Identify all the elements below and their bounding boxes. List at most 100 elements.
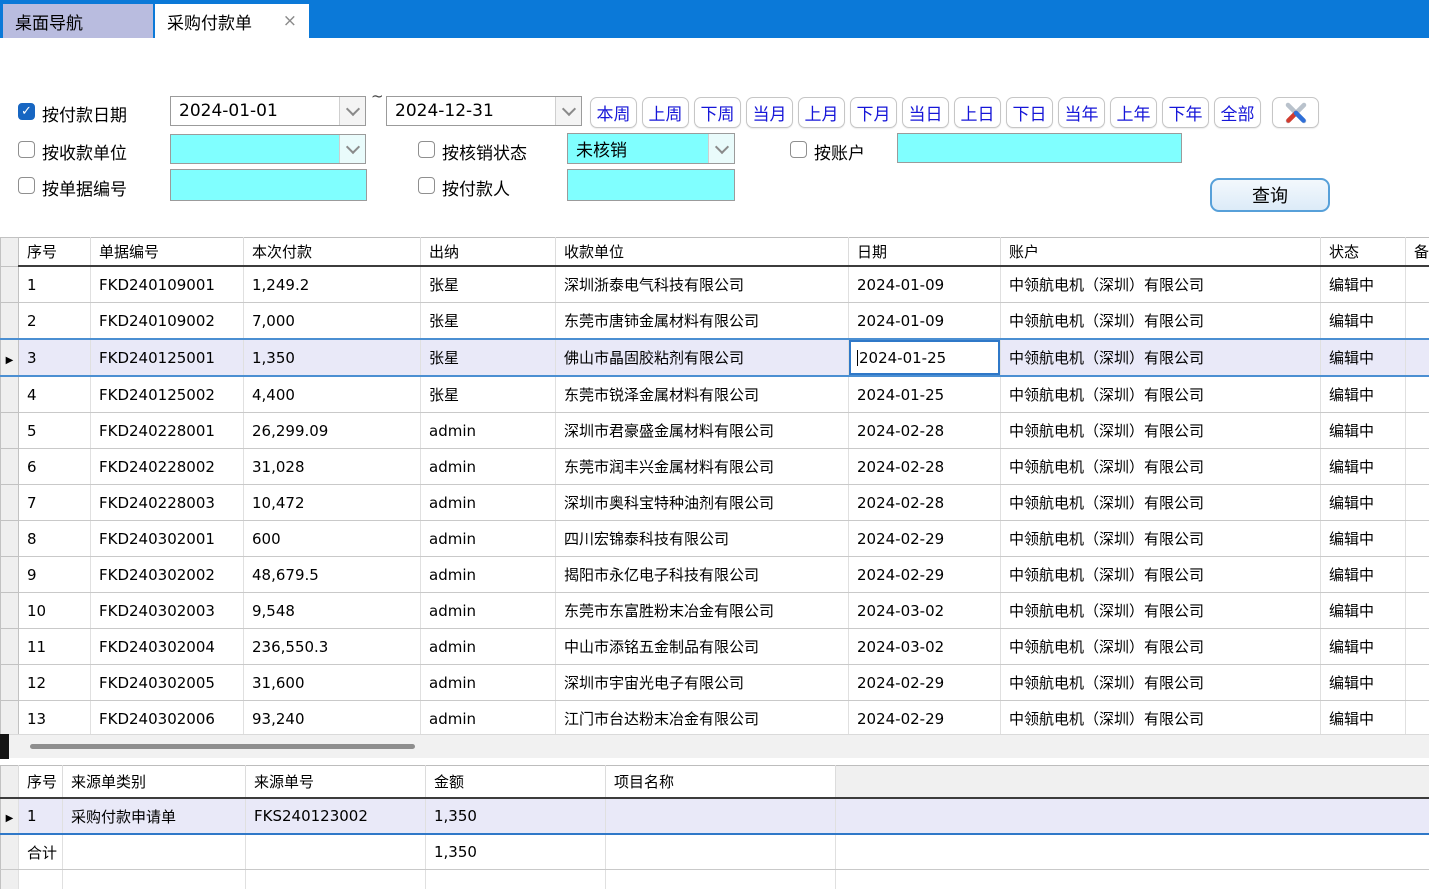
cell-cashier[interactable]: admin — [421, 449, 556, 485]
cell-account[interactable]: 中领航电机（深圳）有限公司 — [1001, 266, 1321, 303]
cell-payee[interactable]: 深圳市君豪盛金属材料有限公司 — [556, 413, 849, 449]
row-header[interactable] — [1, 557, 19, 593]
cell-account[interactable]: 中领航电机（深圳）有限公司 — [1001, 665, 1321, 701]
cell-amount[interactable]: 31,600 — [244, 665, 421, 701]
cell-payee[interactable]: 揭阳市永亿电子科技有限公司 — [556, 557, 849, 593]
tab-desktop-nav[interactable]: 桌面导航 — [3, 4, 153, 38]
horizontal-scrollbar[interactable] — [0, 734, 1429, 758]
cell-source-no[interactable]: FKS240123002 — [246, 798, 426, 834]
cell-date[interactable]: 2024-01-09 — [849, 303, 1001, 340]
payee-select[interactable] — [170, 134, 366, 164]
row-header[interactable] — [1, 701, 19, 737]
cell-doc[interactable]: FKD240125002 — [91, 376, 244, 413]
cell-date[interactable]: 2024-01-09 — [849, 266, 1001, 303]
payer-checkbox[interactable] — [418, 177, 435, 194]
cell-doc[interactable]: FKD240125001 — [91, 339, 244, 376]
cell-remark[interactable] — [1406, 266, 1429, 303]
cell-date[interactable]: 2024-02-29 — [849, 557, 1001, 593]
cell-account[interactable]: 中领航电机（深圳）有限公司 — [1001, 701, 1321, 737]
date-to-select[interactable]: 2024-12-31 — [386, 96, 582, 126]
cell-status[interactable]: 编辑中 — [1321, 485, 1406, 521]
cell-doc[interactable]: FKD240302002 — [91, 557, 244, 593]
cell-date[interactable]: 2024-02-28 — [849, 485, 1001, 521]
cell-payee[interactable]: 佛山市晶固胶粘剂有限公司 — [556, 339, 849, 376]
cell-payee[interactable]: 深圳市奥科宝特种油剂有限公司 — [556, 485, 849, 521]
cell-seq[interactable]: 10 — [19, 593, 91, 629]
cell-cashier[interactable]: 张星 — [421, 266, 556, 303]
cell-cashier[interactable]: 张星 — [421, 339, 556, 376]
cell-date[interactable]: 2024-02-29 — [849, 665, 1001, 701]
cell-seq[interactable]: 7 — [19, 485, 91, 521]
cell-account[interactable]: 中领航电机（深圳）有限公司 — [1001, 449, 1321, 485]
cell-payee[interactable]: 江门市台达粉末冶金有限公司 — [556, 701, 849, 737]
row-header-selected[interactable]: ▶ — [1, 339, 19, 376]
cell-date[interactable]: 2024-03-02 — [849, 629, 1001, 665]
cell-amount[interactable]: 7,000 — [244, 303, 421, 340]
quick-range-next-month[interactable]: 下月 — [850, 97, 897, 128]
doc-no-checkbox[interactable] — [18, 177, 35, 194]
cell-payee[interactable]: 深圳浙泰电气科技有限公司 — [556, 266, 849, 303]
cell-date[interactable]: 2024-03-02 — [849, 593, 1001, 629]
cell-remark[interactable] — [1406, 629, 1429, 665]
cell-account[interactable]: 中领航电机（深圳）有限公司 — [1001, 376, 1321, 413]
cell-status[interactable]: 编辑中 — [1321, 629, 1406, 665]
cell-cashier[interactable]: admin — [421, 629, 556, 665]
row-header[interactable] — [1, 629, 19, 665]
cell-amount[interactable]: 4,400 — [244, 376, 421, 413]
cell-remark[interactable] — [1406, 485, 1429, 521]
quick-range-today[interactable]: 当日 — [902, 97, 949, 128]
cell-seq[interactable]: 4 — [19, 376, 91, 413]
cell-amount[interactable]: 1,350 — [426, 798, 606, 834]
cell-payee[interactable]: 东莞市润丰兴金属材料有限公司 — [556, 449, 849, 485]
cell-remark[interactable] — [1406, 593, 1429, 629]
row-header[interactable] — [1, 376, 19, 413]
cell-source-type[interactable]: 采购付款申请单 — [63, 798, 246, 834]
row-header[interactable] — [1, 303, 19, 340]
cell-account[interactable]: 中领航电机（深圳）有限公司 — [1001, 629, 1321, 665]
cell-seq[interactable]: 8 — [19, 521, 91, 557]
cell-amount[interactable]: 26,299.09 — [244, 413, 421, 449]
payer-input[interactable] — [567, 169, 735, 201]
cell-status[interactable]: 编辑中 — [1321, 521, 1406, 557]
cell-doc[interactable]: FKD240228001 — [91, 413, 244, 449]
cell-amount[interactable]: 1,350 — [244, 339, 421, 376]
account-input[interactable] — [897, 133, 1182, 163]
cell-amount[interactable]: 1,249.2 — [244, 266, 421, 303]
cell-doc[interactable]: FKD240302005 — [91, 665, 244, 701]
row-header[interactable] — [1, 413, 19, 449]
cell-payee[interactable]: 四川宏锦泰科技有限公司 — [556, 521, 849, 557]
cell-amount[interactable]: 236,550.3 — [244, 629, 421, 665]
cell-date[interactable]: 2024-02-28 — [849, 413, 1001, 449]
cell-date[interactable]: 2024-02-28 — [849, 449, 1001, 485]
cell-seq[interactable]: 13 — [19, 701, 91, 737]
cell-status[interactable]: 编辑中 — [1321, 303, 1406, 340]
cell-remark[interactable] — [1406, 701, 1429, 737]
query-button[interactable]: 查询 — [1210, 178, 1330, 212]
quick-range-last-week[interactable]: 上周 — [642, 97, 689, 128]
account-checkbox[interactable] — [790, 141, 807, 158]
cell-project[interactable] — [606, 798, 836, 834]
cell-cashier[interactable]: admin — [421, 485, 556, 521]
cell-account[interactable]: 中领航电机（深圳）有限公司 — [1001, 521, 1321, 557]
cell-amount[interactable]: 9,548 — [244, 593, 421, 629]
cell-remark[interactable] — [1406, 339, 1429, 376]
cell-account[interactable]: 中领航电机（深圳）有限公司 — [1001, 413, 1321, 449]
cell-seq[interactable]: 9 — [19, 557, 91, 593]
cell-remark[interactable] — [1406, 303, 1429, 340]
quick-range-this-month[interactable]: 当月 — [746, 97, 793, 128]
cell-status[interactable]: 编辑中 — [1321, 376, 1406, 413]
cell-cashier[interactable]: admin — [421, 557, 556, 593]
cell-remark[interactable] — [1406, 413, 1429, 449]
cell-cashier[interactable]: admin — [421, 413, 556, 449]
cell-cashier[interactable]: admin — [421, 701, 556, 737]
cell-cashier[interactable]: 张星 — [421, 376, 556, 413]
row-header-selected[interactable]: ▶ — [1, 798, 19, 834]
cell-doc[interactable]: FKD240109002 — [91, 303, 244, 340]
cell-remark[interactable] — [1406, 665, 1429, 701]
cell-doc[interactable]: FKD240302003 — [91, 593, 244, 629]
quick-range-this-week[interactable]: 本周 — [590, 97, 637, 128]
cell-status[interactable]: 编辑中 — [1321, 701, 1406, 737]
cell-status[interactable]: 编辑中 — [1321, 557, 1406, 593]
cell-cashier[interactable]: admin — [421, 665, 556, 701]
quick-range-last-year[interactable]: 上年 — [1110, 97, 1157, 128]
